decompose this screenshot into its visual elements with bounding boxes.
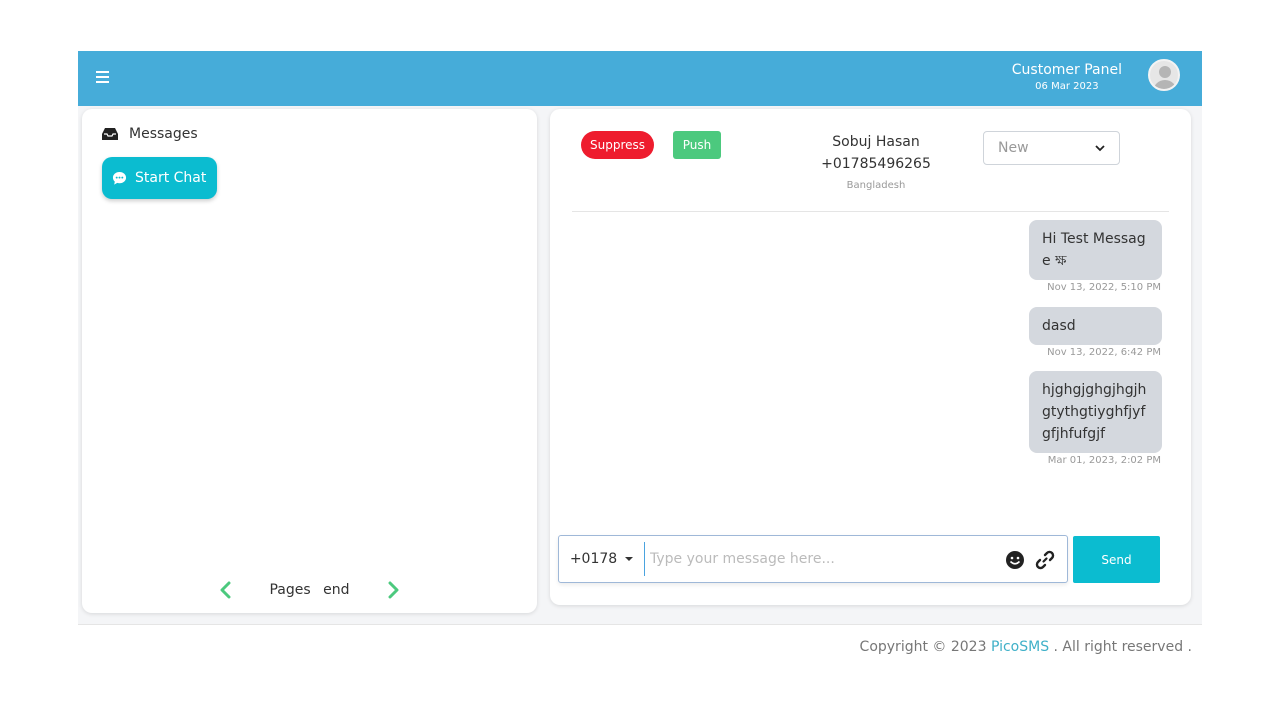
contact-info: Sobuj Hasan +01785496265 Bangladesh xyxy=(776,131,976,197)
message-composer: +0178 xyxy=(558,535,1068,583)
message-input[interactable] xyxy=(644,542,994,576)
push-button[interactable]: Push xyxy=(673,131,721,159)
inbox-panel: Messages Start Chat Pages end xyxy=(82,109,537,613)
start-chat-button[interactable]: Start Chat xyxy=(102,157,217,199)
emoji-icon[interactable] xyxy=(1005,550,1025,570)
page-value: end xyxy=(323,582,350,598)
chevron-left-icon[interactable] xyxy=(219,581,233,599)
message-time: Nov 13, 2022, 5:10 PM xyxy=(1047,282,1161,293)
sender-number: +0178 xyxy=(569,551,618,567)
footer-copyright: Copyright © 2023 xyxy=(859,639,991,655)
message-time: Nov 13, 2022, 6:42 PM xyxy=(1047,347,1161,358)
pages-label: Pages xyxy=(269,582,311,598)
top-bar: Customer Panel 06 Mar 2023 xyxy=(78,51,1202,106)
conversation-panel: Suppress Push Sobuj Hasan +01785496265 B… xyxy=(550,109,1191,605)
send-button[interactable]: Send xyxy=(1073,536,1160,583)
app-shell: Customer Panel 06 Mar 2023 Messages Star… xyxy=(78,51,1202,625)
pager: Pages end xyxy=(82,581,537,599)
caret-down-icon xyxy=(625,557,634,561)
message-bubble: hjghgjghgjhgjhgtythgtiyghfjyfgfjhfufgjf xyxy=(1029,371,1162,453)
messages-title: Messages xyxy=(129,126,198,142)
status-selected: New xyxy=(998,140,1029,156)
message-bubble: dasd xyxy=(1029,307,1162,345)
menu-icon[interactable] xyxy=(96,71,109,84)
status-select[interactable]: New xyxy=(983,131,1120,165)
panel-date: 06 Mar 2023 xyxy=(1035,81,1099,92)
message-time: Mar 01, 2023, 2:02 PM xyxy=(1047,455,1161,466)
suppress-button[interactable]: Suppress xyxy=(581,131,654,159)
start-chat-label: Start Chat xyxy=(135,170,207,186)
footer-brand-link[interactable]: PicoSMS xyxy=(991,639,1049,655)
sender-number-select[interactable]: +0178 xyxy=(559,536,644,582)
link-icon[interactable] xyxy=(1035,550,1055,570)
chevron-down-icon xyxy=(1095,145,1105,152)
chevron-right-icon[interactable] xyxy=(386,581,400,599)
avatar[interactable] xyxy=(1148,59,1180,91)
chat-bubble-icon xyxy=(112,171,127,185)
pager-label: Pages end xyxy=(265,582,353,598)
inbox-icon xyxy=(102,128,118,140)
panel-info: Customer Panel 06 Mar 2023 xyxy=(1012,61,1122,95)
footer-rights: . All right reserved . xyxy=(1049,639,1192,655)
panel-title: Customer Panel xyxy=(1011,62,1122,78)
message-bubble: Hi Test Message ক্ষ xyxy=(1029,220,1162,280)
footer: Copyright © 2023 PicoSMS . All right res… xyxy=(860,639,1192,655)
contact-country: Bangladesh xyxy=(846,180,906,191)
contact-name: Sobuj Hasan xyxy=(832,134,920,150)
footer-divider xyxy=(78,624,1202,625)
divider xyxy=(572,211,1169,212)
contact-phone: +01785496265 xyxy=(821,156,931,172)
messages-header: Messages xyxy=(102,126,198,142)
